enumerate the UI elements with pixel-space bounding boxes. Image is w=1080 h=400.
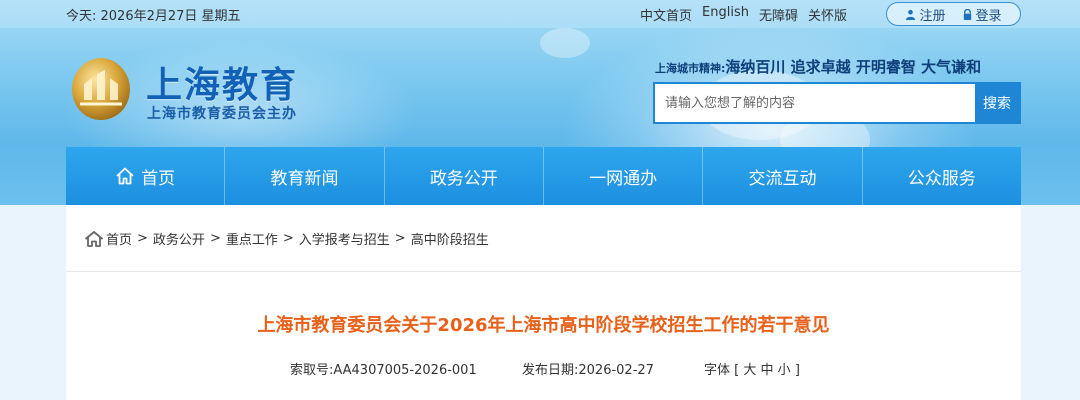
breadcrumb-enrollment[interactable]: 入学报考与招生 bbox=[299, 229, 390, 248]
nav-label: 交流互动 bbox=[748, 168, 817, 189]
nav-item-government-affairs[interactable]: 政务公开 bbox=[385, 147, 544, 205]
breadcrumb-separator: > bbox=[282, 231, 294, 246]
nav-item-public-service[interactable]: 公众服务 bbox=[863, 147, 1021, 205]
nav-item-interaction[interactable]: 交流互动 bbox=[703, 147, 863, 205]
nav-label: 首页 bbox=[141, 168, 176, 189]
index-label: 索取号: bbox=[290, 363, 334, 378]
breadcrumb-separator: > bbox=[137, 231, 148, 246]
link-care-version[interactable]: 关怀版 bbox=[808, 5, 847, 24]
nav-item-one-stop-service[interactable]: 一网通办 bbox=[544, 147, 704, 205]
font-size-small[interactable]: 小 bbox=[778, 363, 791, 378]
publish-date-value: 2026-02-27 bbox=[578, 363, 654, 378]
search-box: 搜索 bbox=[653, 82, 1021, 124]
search-button[interactable]: 搜索 bbox=[975, 84, 1019, 122]
link-chinese-home[interactable]: 中文首页 bbox=[640, 5, 692, 24]
breadcrumb-separator: > bbox=[394, 231, 406, 246]
index-number: 索取号:AA4307005-2026-001 bbox=[290, 359, 477, 378]
breadcrumb-separator: > bbox=[209, 231, 221, 246]
breadcrumb: 首页 > 政务公开 > 重点工作 > 入学报考与招生 > 高中阶段招生 bbox=[84, 229, 489, 248]
main-nav: 首页 教育新闻 政务公开 一网通办 交流互动 公众服务 bbox=[66, 147, 1021, 205]
banner-petal bbox=[540, 28, 590, 58]
logo-emblem-icon[interactable] bbox=[68, 56, 134, 122]
register-button[interactable]: 注册 bbox=[905, 5, 946, 24]
nav-label: 政务公开 bbox=[429, 168, 498, 189]
breadcrumb-government-affairs[interactable]: 政务公开 bbox=[153, 229, 205, 248]
lock-icon bbox=[963, 8, 971, 20]
link-english[interactable]: English bbox=[702, 5, 749, 24]
nav-item-home[interactable]: 首页 bbox=[66, 147, 226, 205]
nav-label: 教育新闻 bbox=[270, 168, 339, 189]
font-size-medium[interactable]: 中 bbox=[761, 363, 774, 378]
font-size-large[interactable]: 大 bbox=[743, 363, 756, 378]
site-subtitle: 上海市教育委员会主办 bbox=[147, 106, 297, 122]
divider bbox=[66, 271, 1021, 272]
user-icon bbox=[906, 9, 916, 20]
city-slogan: 上海城市精神:海纳百川 追求卓越 开明睿智 大气谦和 bbox=[655, 56, 981, 77]
search-input[interactable] bbox=[655, 84, 975, 122]
register-label: 注册 bbox=[919, 8, 946, 24]
site-title[interactable]: 上海教育 bbox=[146, 56, 298, 108]
link-accessibility[interactable]: 无障碍 bbox=[759, 5, 798, 24]
breadcrumb-home[interactable]: 首页 bbox=[106, 229, 132, 248]
content-panel: 首页 > 政务公开 > 重点工作 > 入学报考与招生 > 高中阶段招生 上海市教… bbox=[66, 205, 1021, 400]
login-button[interactable]: 登录 bbox=[962, 5, 1002, 24]
current-date: 今天: 2026年2月27日 星期五 bbox=[66, 9, 241, 24]
font-size-control: 字体 [ 大 中 小 ] bbox=[704, 363, 800, 378]
index-value: AA4307005-2026-001 bbox=[333, 363, 477, 378]
top-links: 中文首页 English 无障碍 关怀版 bbox=[640, 5, 847, 24]
nav-label: 公众服务 bbox=[907, 168, 976, 189]
nav-item-education-news[interactable]: 教育新闻 bbox=[225, 147, 385, 205]
slogan-prefix: 上海城市精神: bbox=[655, 62, 726, 75]
article-title: 上海市教育委员会关于2026年上海市高中阶段学校招生工作的若干意见 bbox=[257, 315, 830, 336]
login-label: 登录 bbox=[975, 8, 1002, 24]
home-icon bbox=[116, 167, 134, 185]
publish-date-label: 发布日期: bbox=[522, 363, 579, 378]
account-box: 注册 登录 bbox=[886, 2, 1021, 26]
home-icon bbox=[84, 230, 104, 247]
breadcrumb-key-work[interactable]: 重点工作 bbox=[226, 229, 278, 248]
top-bar: 今天: 2026年2月27日 星期五 中文首页 English 无障碍 关怀版 … bbox=[0, 0, 1080, 28]
breadcrumb-high-school-enrollment[interactable]: 高中阶段招生 bbox=[411, 229, 489, 248]
font-size-label: 字体 bbox=[704, 363, 731, 378]
slogan-text: 海纳百川 追求卓越 开明睿智 大气谦和 bbox=[725, 58, 982, 76]
nav-label: 一网通办 bbox=[589, 168, 658, 189]
publish-date: 发布日期:2026-02-27 bbox=[522, 359, 654, 378]
